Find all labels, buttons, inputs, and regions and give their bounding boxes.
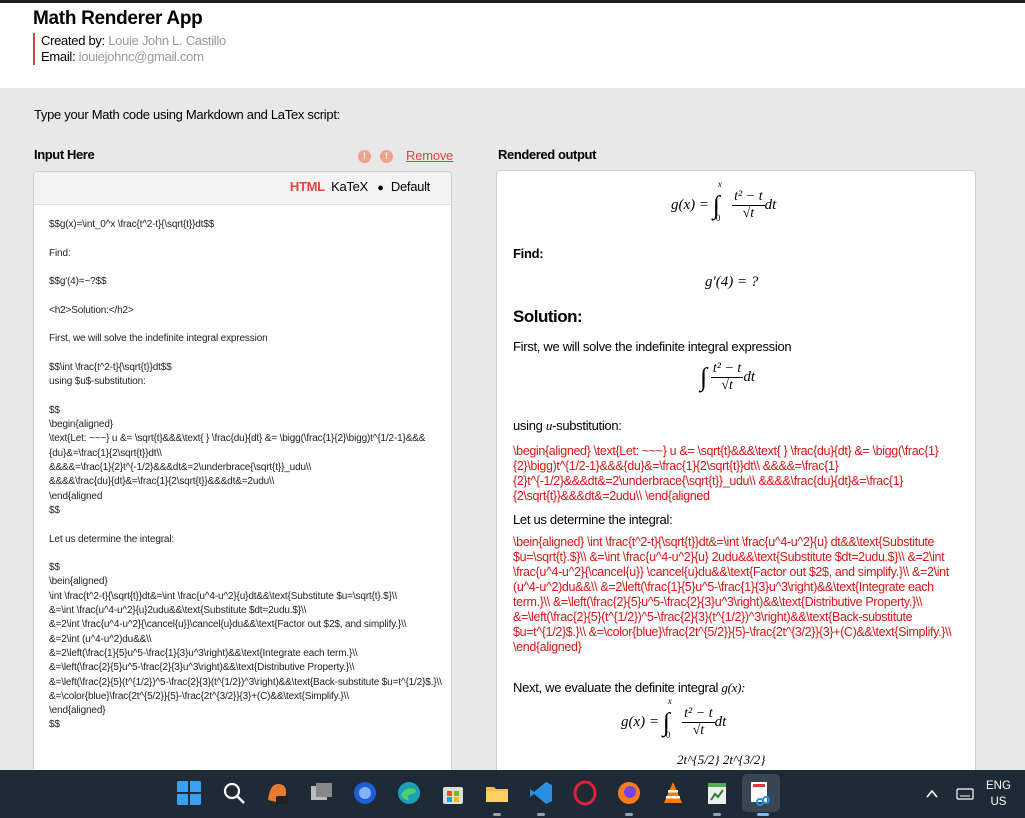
output-panel: g(x) = ∫x0 t² − t √t dt Find: g′(4) = ? So… [496, 170, 976, 790]
equation-definite: g(x) = ∫x0 t² − t √t dt [621, 695, 727, 740]
rendered-output-label: Rendered output [498, 147, 596, 162]
determine-line: Let us determine the integral: [513, 512, 673, 527]
equation-g-prime: g′(4) = ? [705, 274, 759, 290]
search-icon[interactable] [221, 780, 247, 806]
firefox-icon[interactable] [616, 780, 642, 806]
task-view-icon[interactable] [308, 780, 334, 806]
vlc-icon[interactable] [660, 780, 686, 806]
next-line: Next, we evaluate the definite integral … [513, 680, 746, 695]
snipping-tool-icon[interactable] [748, 780, 774, 806]
language-code: ENG [986, 780, 1011, 792]
copilot-icon[interactable] [264, 780, 290, 806]
firefox-running-indicator [625, 813, 633, 816]
input-panel: HTML KaTeX ● Default $$g(x)=\int_0^x \fr… [33, 171, 452, 791]
info-icon[interactable]: ! [358, 150, 371, 163]
equation-g-definition: g(x) = ∫x0 t² − t √t dt [671, 178, 777, 223]
firefox-developer-icon[interactable] [352, 780, 378, 806]
created-by-label: Created by: [41, 33, 105, 48]
snipping-running-indicator [757, 813, 769, 816]
mode-html-button[interactable]: HTML [290, 179, 325, 194]
bullet-icon: ● [377, 182, 384, 194]
first-line: First, we will solve the indefinite inte… [513, 339, 792, 354]
raw-latex-block-1: \begin{aligned} \text{Let: ~~~} u &= \sq… [513, 444, 939, 503]
find-label: Find: [513, 246, 544, 261]
edge-icon[interactable] [396, 780, 422, 806]
author-info: Created by: Louie John L. Castillo Email… [33, 33, 226, 65]
windows-start-icon[interactable] [176, 780, 202, 806]
created-by-value: Louie John L. Castillo [108, 33, 226, 48]
input-label: Input Here [34, 147, 95, 162]
email-label: Email: [41, 49, 76, 64]
explorer-running-indicator [493, 813, 501, 816]
app-header: Math Renderer App Created by: Louie John… [0, 3, 1025, 88]
file-explorer-icon[interactable] [484, 780, 510, 806]
chevron-up-icon[interactable] [925, 788, 939, 800]
equation-partial: 2t^{5/2} 2t^{3/2} [677, 752, 766, 767]
taskbar: ENG US [0, 770, 1025, 818]
raw-latex-block-2: \bein{aligned} \int \frac{t^2-t}{\sqrt{t… [513, 535, 952, 654]
vs-code-icon[interactable] [528, 780, 554, 806]
code-editor[interactable]: $$g(x)=\int_0^x \frac{t^2-t}{\sqrt{t}}dt… [49, 218, 444, 733]
microsoft-store-icon[interactable] [440, 780, 466, 806]
vscode-running-indicator [537, 813, 545, 816]
solution-heading: Solution: [513, 307, 583, 326]
email-value: louiejohnc@gmail.com [78, 49, 204, 64]
mode-bar: HTML KaTeX ● Default [34, 172, 451, 205]
app-title: Math Renderer App [33, 8, 203, 29]
opera-icon[interactable] [572, 780, 598, 806]
instruction-text: Type your Math code using Markdown and L… [34, 107, 340, 122]
region-code: US [990, 796, 1007, 808]
notepad-icon[interactable] [704, 780, 730, 806]
notepad-running-indicator [713, 813, 721, 816]
mode-default-button[interactable]: Default [391, 179, 430, 194]
remove-link[interactable]: Remove [406, 148, 453, 163]
mode-katex-button[interactable]: KaTeX [331, 179, 368, 194]
language-indicator[interactable]: ENG US [986, 778, 1011, 810]
using-line: using u-substitution: [513, 418, 622, 433]
keyboard-icon[interactable] [956, 787, 974, 801]
warning-icon[interactable]: ! [380, 150, 393, 163]
equation-indefinite: ∫ t² − t √t dt [700, 361, 755, 393]
